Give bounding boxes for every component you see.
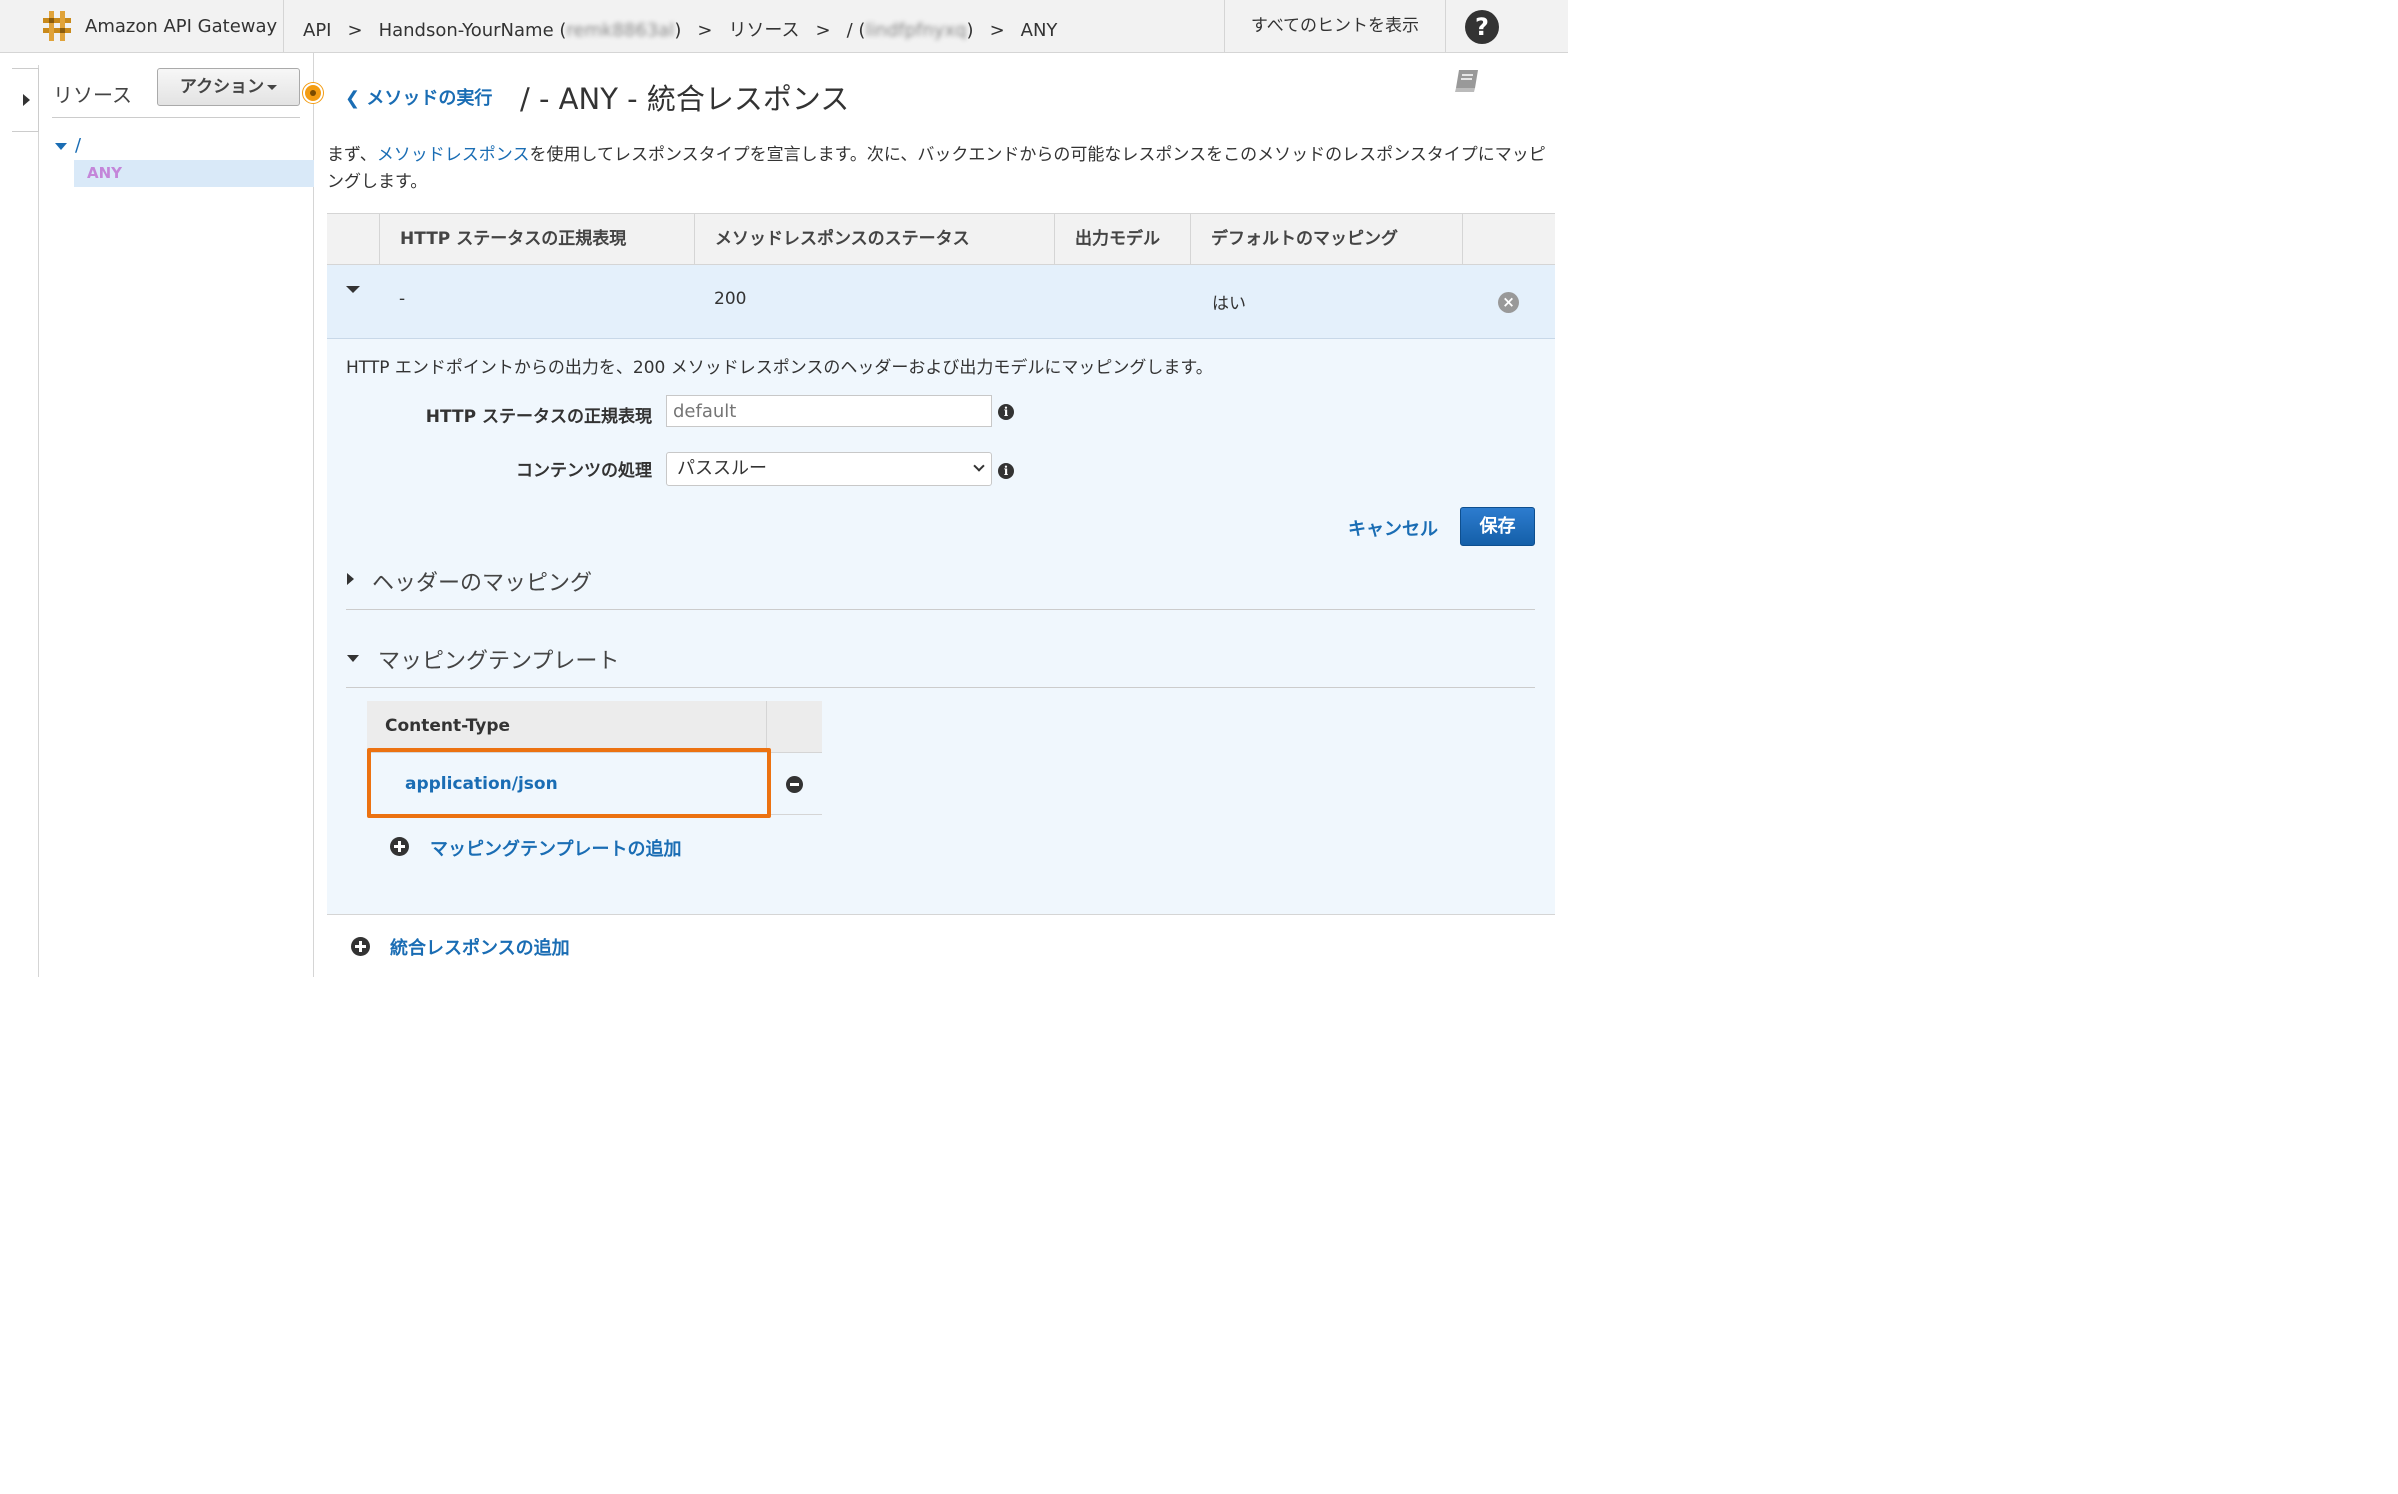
cancel-button[interactable]: キャンセル	[1348, 515, 1438, 541]
content-type-row[interactable]: application/json	[367, 748, 822, 818]
breadcrumb-api[interactable]: API	[303, 20, 331, 41]
back-arrow-icon: ❮	[345, 88, 361, 109]
breadcrumb-separator: >	[347, 20, 363, 41]
divider	[346, 687, 1535, 688]
breadcrumb: API > Handson-YourName (remk8863al) > リソース > /…	[303, 16, 1057, 42]
expand-icon[interactable]	[347, 573, 354, 585]
top-bar: Amazon API Gateway API > Handson-YourName …	[0, 0, 1568, 53]
response-detail-panel: HTTP エンドポイントからの出力を、200 メソッドレスポンスのヘッダーおよび…	[327, 339, 1555, 914]
caret-right-icon	[23, 94, 30, 106]
content-handling-label: コンテンツの処理	[516, 461, 652, 481]
help-icon[interactable]: ?	[1465, 10, 1499, 44]
divider	[327, 914, 1555, 915]
page-title: / - ANY - 統合レスポンス	[520, 82, 850, 116]
collapse-row-icon[interactable]	[346, 286, 360, 293]
status-regex-input[interactable]	[666, 395, 992, 427]
back-link-label: メソッドの実行	[366, 88, 493, 109]
remove-template-icon[interactable]	[786, 776, 803, 793]
cell-method-response-status: 200	[714, 289, 747, 309]
method-execution-back-link[interactable]: ❮ メソッドの実行	[345, 84, 492, 110]
content-handling-select[interactable]: パススルー	[666, 452, 992, 486]
method-response-link[interactable]: メソッドレスポンス	[377, 145, 530, 165]
tree-root-label: /	[75, 135, 82, 156]
resource-tree-any-method[interactable]: ANY	[74, 160, 314, 187]
mapping-templates-section-toggle[interactable]: マッピングテンプレート	[378, 643, 619, 675]
remove-response-icon[interactable]: ×	[1498, 292, 1519, 313]
breadcrumb-method: ANY	[1020, 20, 1058, 41]
info-icon[interactable]: i	[998, 463, 1014, 479]
brand[interactable]: Amazon API Gateway	[0, 0, 284, 53]
expand-nav-toggle[interactable]	[12, 68, 39, 132]
actions-dropdown-button[interactable]: アクション	[157, 68, 300, 106]
divider	[346, 609, 1535, 610]
collapse-icon[interactable]	[347, 655, 359, 662]
panel-resize-handle-icon[interactable]	[303, 83, 323, 103]
column-header-status-regex: HTTP ステータスの正規表現	[379, 214, 695, 264]
resource-panel: リソース アクション / ANY	[40, 53, 314, 977]
caret-down-icon[interactable]	[55, 142, 67, 150]
save-button[interactable]: 保存	[1460, 507, 1535, 546]
column-header-method-response-status: メソッドレスポンスのステータス	[694, 214, 1055, 264]
resource-id-blurred: lindfpfnyxq	[865, 20, 967, 41]
column-header-actions	[1462, 214, 1555, 264]
plus-icon[interactable]	[351, 937, 370, 956]
rail-divider	[38, 65, 39, 977]
app-name: Amazon API Gateway	[85, 16, 278, 37]
column-header-output-model: 出力モデル	[1054, 214, 1191, 264]
api-id-blurred: remk8863al	[566, 20, 675, 41]
divider	[52, 117, 300, 118]
table-row[interactable]: - 200 はい ×	[327, 265, 1555, 339]
chevron-down-icon	[973, 460, 985, 472]
add-integration-response-link[interactable]: 統合レスポンスの追加	[390, 934, 570, 960]
resource-tree-root[interactable]: /	[55, 135, 81, 156]
content-type-column-header: Content-Type	[385, 716, 511, 736]
content-handling-value: パススルー	[677, 458, 767, 479]
content-type-link[interactable]: application/json	[405, 774, 558, 794]
header-mapping-section-toggle[interactable]: ヘッダーのマッピング	[372, 565, 592, 597]
breadcrumb-separator: >	[697, 20, 713, 41]
status-regex-label: HTTP ステータスの正規表現	[425, 407, 652, 427]
column-divider	[766, 701, 767, 753]
content-type-table-header: Content-Type	[367, 701, 822, 753]
actions-label: アクション	[179, 77, 265, 97]
caret-down-icon	[267, 84, 278, 90]
plus-icon[interactable]	[390, 837, 409, 856]
column-header-default-mapping: デフォルトのマッピング	[1190, 214, 1463, 264]
breadcrumb-resources[interactable]: リソース	[728, 20, 799, 41]
integration-response-table-header: HTTP ステータスの正規表現 メソッドレスポンスのステータス 出力モデル デフ…	[327, 213, 1555, 265]
intro-text: まず、メソッドレスポンスを使用してレスポンスタイプを宣言します。次に、バックエン…	[327, 145, 1546, 192]
breadcrumb-resource-path[interactable]: / (lindfpfnyxq)	[847, 20, 974, 41]
add-mapping-template-link[interactable]: マッピングテンプレートの追加	[430, 835, 681, 861]
cell-default-mapping: はい	[1212, 294, 1246, 314]
api-gateway-logo-icon	[43, 11, 71, 41]
show-all-hints-button[interactable]: すべてのヒントを表示	[1224, 0, 1446, 53]
book-icon[interactable]	[1453, 68, 1481, 94]
cell-status-regex: -	[399, 289, 406, 309]
detail-description: HTTP エンドポイントからの出力を、200 メソッドレスポンスのヘッダーおよび…	[346, 358, 1213, 378]
breadcrumb-api-name[interactable]: Handson-YourName (remk8863al)	[379, 20, 682, 41]
breadcrumb-separator: >	[989, 20, 1005, 41]
breadcrumb-separator: >	[815, 20, 831, 41]
info-icon[interactable]: i	[998, 404, 1014, 420]
resources-title: リソース	[53, 83, 132, 107]
